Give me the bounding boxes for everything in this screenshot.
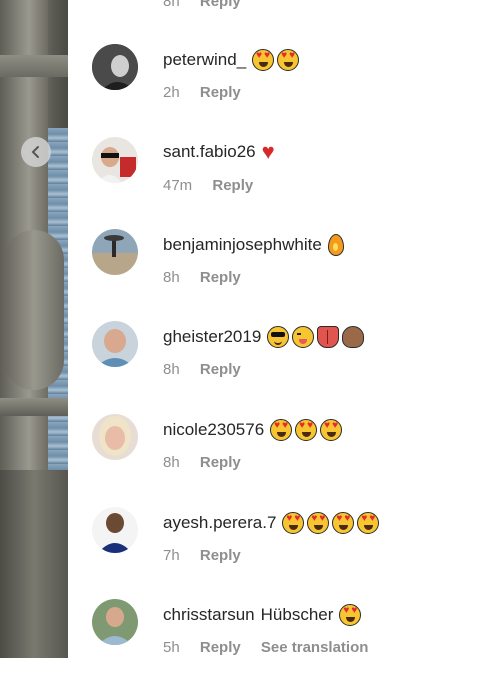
previous-comment-meta: 8h Reply	[163, 0, 241, 10]
reply-button[interactable]: Reply	[212, 177, 253, 194]
comment-body: Hübscher	[260, 605, 334, 624]
comment-time: 2h	[163, 84, 180, 101]
carousel-previous-button[interactable]	[21, 137, 51, 167]
photo-pillar-bulb	[4, 230, 64, 390]
emoji-group	[327, 234, 344, 256]
heart-eyes-emoji-icon	[277, 49, 300, 71]
avatar-image	[92, 137, 138, 183]
comment-item: ayesh.perera.7 7h Reply	[68, 505, 500, 585]
comment-text: chrisstarsun Hübscher	[163, 604, 362, 626]
avatar[interactable]	[92, 599, 138, 645]
avatar-image	[92, 507, 138, 553]
comment-time: 8h	[163, 361, 180, 378]
emoji-group	[252, 49, 300, 71]
photo-pillar-cap	[0, 55, 68, 77]
heart-eyes-emoji-icon	[320, 419, 343, 441]
heart-eyes-emoji-icon	[339, 604, 362, 626]
comment-text: gheister2019	[163, 326, 365, 348]
avatar-image	[92, 414, 138, 460]
heart-eyes-emoji-icon	[357, 512, 380, 534]
emoji-group	[270, 419, 343, 441]
comment-text: nicole230576	[163, 419, 343, 441]
comment-text: benjaminjosephwhite	[163, 234, 344, 256]
comment-text: ayesh.perera.7	[163, 512, 380, 534]
chevron-left-icon	[31, 146, 39, 158]
reply-button[interactable]: Reply	[200, 547, 241, 564]
comment-time: 47m	[163, 177, 193, 194]
reply-button[interactable]: Reply	[200, 639, 241, 656]
avatar[interactable]	[92, 229, 138, 275]
comment-time: 8h	[163, 454, 180, 471]
comment-meta: 5h Reply See translation	[163, 639, 384, 656]
heart-eyes-emoji-icon	[282, 512, 305, 534]
username-link[interactable]: ayesh.perera.7	[163, 513, 276, 533]
winking-tongue-emoji-icon	[292, 326, 315, 348]
username-link[interactable]: benjaminjosephwhite	[163, 235, 322, 255]
avatar[interactable]	[92, 137, 138, 183]
tongue-emoji-icon	[317, 326, 340, 348]
photo-pillar-base	[0, 470, 68, 658]
comment-time: 8h	[163, 269, 180, 286]
reply-button[interactable]: Reply	[200, 269, 241, 286]
comment-meta: 8h Reply	[163, 269, 257, 286]
emoji-group	[339, 604, 362, 626]
heart-eyes-emoji-icon	[332, 512, 355, 534]
see-translation-button[interactable]: See translation	[261, 639, 369, 656]
avatar-image	[92, 44, 138, 90]
heart-eyes-emoji-icon	[252, 49, 275, 71]
avatar-image	[92, 229, 138, 275]
comment-time: 7h	[163, 547, 180, 564]
fire-emoji-icon	[327, 234, 344, 256]
peach-emoji-icon	[342, 326, 365, 348]
heart-eyes-emoji-icon	[307, 512, 330, 534]
comment-meta: 8h Reply	[163, 454, 257, 471]
heart-eyes-emoji-icon	[295, 419, 318, 441]
comment-time: 8h	[163, 0, 180, 10]
avatar[interactable]	[92, 507, 138, 553]
emoji-group	[282, 512, 380, 534]
comments-list: 8h Reply peterwind_ 2h Reply	[68, 0, 500, 658]
username-link[interactable]: sant.fabio26	[163, 142, 256, 162]
post-photo	[0, 0, 68, 658]
comment-text: sant.fabio26 ♥	[163, 139, 275, 164]
avatar[interactable]	[92, 414, 138, 460]
username-link[interactable]: gheister2019	[163, 327, 261, 347]
avatar[interactable]	[92, 321, 138, 367]
avatar[interactable]	[92, 44, 138, 90]
comment-meta: 8h Reply	[163, 361, 257, 378]
comment-item: peterwind_ 2h Reply	[68, 42, 500, 122]
reply-button[interactable]: Reply	[200, 454, 241, 471]
reply-button[interactable]: Reply	[200, 0, 241, 10]
reply-button[interactable]: Reply	[200, 84, 241, 101]
comment-text: peterwind_	[163, 49, 300, 71]
avatar-image	[92, 599, 138, 645]
emoji-group	[267, 326, 365, 348]
comment-item: sant.fabio26 ♥ 47m Reply	[68, 135, 500, 215]
comment-time: 5h	[163, 639, 180, 656]
username-link[interactable]: peterwind_	[163, 50, 246, 70]
comment-item: gheister2019 8h Reply	[68, 319, 500, 399]
comment-item: chrisstarsun Hübscher 5h Reply See trans…	[68, 597, 500, 677]
comment-item: nicole230576 8h Reply	[68, 412, 500, 492]
red-heart-icon: ♥	[261, 139, 275, 164]
reply-button[interactable]: Reply	[200, 361, 241, 378]
avatar-image	[92, 321, 138, 367]
username-link[interactable]: nicole230576	[163, 420, 264, 440]
comment-meta: 2h Reply	[163, 84, 257, 101]
heart-eyes-emoji-icon	[270, 419, 293, 441]
comment-meta: 47m Reply	[163, 177, 269, 194]
comment-item: benjaminjosephwhite 8h Reply	[68, 227, 500, 307]
comment-meta: 7h Reply	[163, 547, 257, 564]
username-link[interactable]: chrisstarsun	[163, 605, 255, 625]
sunglasses-emoji-icon	[267, 326, 290, 348]
photo-pillar-ring	[0, 398, 68, 416]
